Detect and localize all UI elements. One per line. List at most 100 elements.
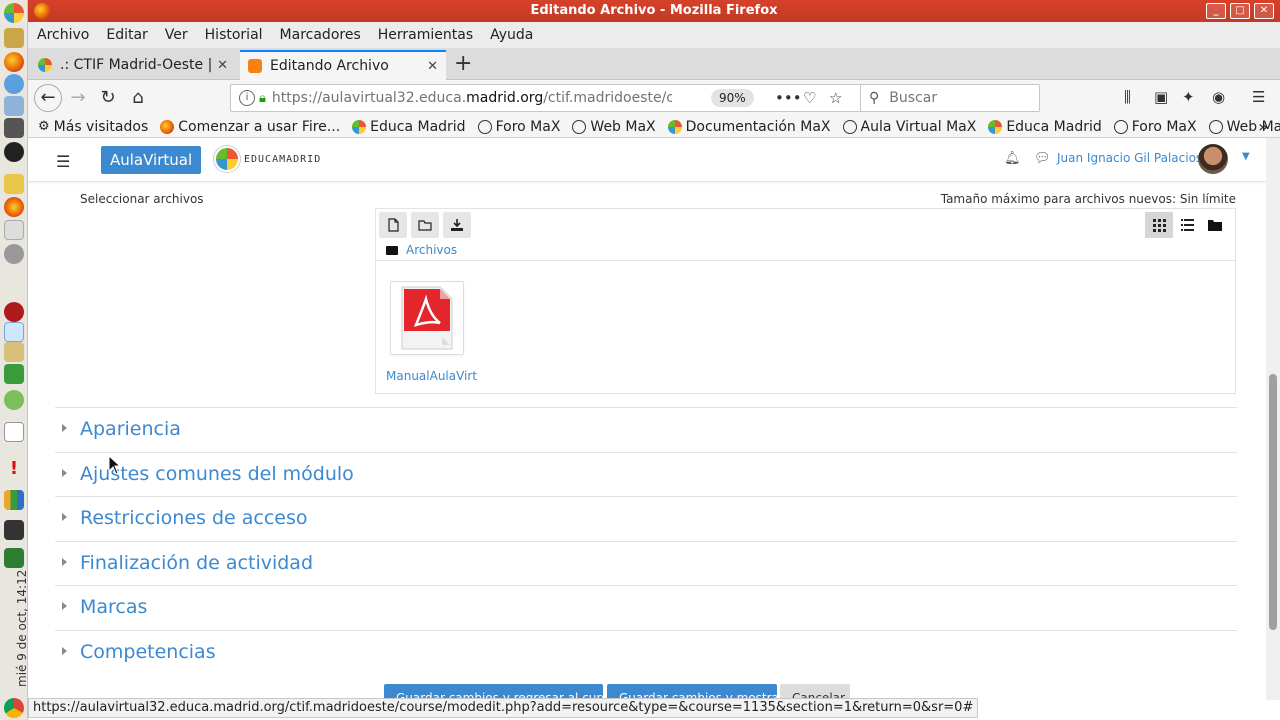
bookmark-comenzar[interactable]: Comenzar a usar Fire... bbox=[160, 119, 340, 135]
bookmark-web-max-2[interactable]: Web MaX bbox=[1208, 119, 1280, 135]
notes-icon[interactable] bbox=[4, 174, 24, 194]
section-title[interactable]: Restricciones de acceso bbox=[80, 507, 307, 529]
home-button[interactable]: ⌂ bbox=[126, 86, 150, 110]
avatar[interactable] bbox=[1198, 144, 1228, 174]
browser-icon[interactable] bbox=[4, 74, 24, 94]
forward-button[interactable]: → bbox=[66, 86, 90, 110]
menu-ayuda[interactable]: Ayuda bbox=[490, 27, 533, 43]
chart-icon[interactable] bbox=[4, 490, 24, 510]
url-text[interactable]: https://aulavirtual32.educa.madrid.org/c… bbox=[272, 90, 672, 106]
tab-ctif[interactable]: .: CTIF Madrid-Oeste | N ✕ bbox=[30, 50, 236, 80]
folder-icon bbox=[418, 220, 432, 231]
monitor-icon[interactable] bbox=[4, 548, 24, 568]
image-viewer-icon[interactable] bbox=[4, 342, 24, 362]
close-tab-icon[interactable]: ✕ bbox=[217, 58, 228, 73]
firefox-icon[interactable] bbox=[4, 52, 24, 72]
file-item[interactable]: ManualAulaVirt bbox=[386, 281, 477, 383]
terminal-icon[interactable] bbox=[4, 118, 24, 138]
section-marcas[interactable]: Marcas bbox=[55, 585, 1237, 630]
bookmark-star-icon[interactable]: ☆ bbox=[829, 89, 842, 107]
section-restricciones[interactable]: Restricciones de acceso bbox=[55, 496, 1237, 541]
shape-icon[interactable] bbox=[4, 322, 24, 342]
bookmark-documentacion-max[interactable]: Documentación MaX bbox=[667, 119, 831, 135]
create-folder-button[interactable] bbox=[411, 212, 439, 238]
close-window-button[interactable]: ✕ bbox=[1254, 3, 1274, 19]
page-actions-icon[interactable]: ••• bbox=[775, 89, 802, 107]
bookmark-web-max[interactable]: Web MaX bbox=[572, 119, 656, 135]
reload-button[interactable]: ↻ bbox=[96, 86, 120, 110]
disc-icon[interactable] bbox=[4, 244, 24, 264]
list-view-button[interactable] bbox=[1173, 212, 1201, 238]
extension-icon[interactable]: ✦ bbox=[1182, 88, 1195, 106]
bookmark-foro-max[interactable]: Foro MaX bbox=[477, 119, 560, 135]
app-icon[interactable] bbox=[4, 3, 24, 23]
url-bar[interactable]: i 🔒︎ https://aulavirtual32.educa.madrid.… bbox=[230, 84, 882, 112]
bookmark-foro-max-2[interactable]: Foro MaX bbox=[1113, 119, 1197, 135]
firefox-logo-icon bbox=[34, 3, 50, 19]
library-icon[interactable]: ⫼ bbox=[1124, 88, 1131, 106]
bookmark-aula-virtual-max[interactable]: Aula Virtual MaX bbox=[842, 119, 976, 135]
record-icon[interactable] bbox=[4, 302, 24, 322]
shield-check-icon[interactable] bbox=[4, 390, 24, 410]
tree-view-button[interactable] bbox=[1201, 212, 1229, 238]
close-tab-icon[interactable]: ✕ bbox=[427, 59, 438, 74]
maximize-button[interactable]: □ bbox=[1230, 3, 1250, 19]
window-controls: _ □ ✕ bbox=[1206, 3, 1274, 19]
section-title[interactable]: Apariencia bbox=[80, 418, 181, 440]
minimize-button[interactable]: _ bbox=[1206, 3, 1226, 19]
messages-icon[interactable]: 💬︎ bbox=[1034, 151, 1051, 166]
alert-icon[interactable]: ! bbox=[4, 458, 24, 479]
dropbox-icon[interactable] bbox=[4, 422, 24, 442]
menu-ver[interactable]: Ver bbox=[165, 27, 188, 43]
section-title[interactable]: Marcas bbox=[80, 596, 147, 618]
menu-editar[interactable]: Editar bbox=[106, 27, 147, 43]
bookmark-mas-visitados[interactable]: ⚙ Más visitados bbox=[38, 119, 148, 135]
section-title[interactable]: Finalización de actividad bbox=[80, 552, 313, 574]
pdf-file-icon[interactable] bbox=[390, 281, 464, 355]
icon-view-button[interactable] bbox=[1145, 212, 1173, 238]
file-name[interactable]: ManualAulaVirt bbox=[386, 369, 477, 383]
zoom-indicator[interactable]: 90% bbox=[711, 89, 754, 107]
section-competencias[interactable]: Competencias bbox=[55, 630, 1237, 675]
menu-herramientas[interactable]: Herramientas bbox=[378, 27, 473, 43]
more-bookmarks-icon[interactable]: » bbox=[1258, 117, 1268, 136]
recycle-icon[interactable] bbox=[4, 364, 24, 384]
drawer-toggle-icon[interactable]: ☰ bbox=[56, 152, 70, 171]
notifications-bell-icon[interactable]: 🔔︎ bbox=[1004, 151, 1021, 166]
menu-marcadores[interactable]: Marcadores bbox=[280, 27, 361, 43]
page-scrollbar[interactable] bbox=[1266, 138, 1280, 700]
files-icon[interactable] bbox=[4, 96, 24, 116]
breadcrumb-archivos[interactable]: Archivos bbox=[406, 243, 457, 257]
site-info-icon[interactable]: i bbox=[239, 90, 255, 106]
back-button[interactable]: ← bbox=[34, 84, 62, 112]
text-editor-icon[interactable] bbox=[4, 28, 24, 48]
search-bar[interactable]: ⚲ Buscar bbox=[860, 84, 1040, 112]
educamadrid-logo[interactable]: EDUCAMADRID bbox=[214, 146, 321, 172]
webcam-icon[interactable] bbox=[4, 142, 24, 162]
add-file-button[interactable] bbox=[379, 212, 407, 238]
speaker-icon[interactable] bbox=[4, 520, 24, 540]
tab-editando-archivo[interactable]: Editando Archivo ✕ bbox=[240, 50, 446, 80]
section-ajustes-comunes[interactable]: Ajustes comunes del módulo bbox=[55, 452, 1237, 497]
chevron-down-icon[interactable]: ▼ bbox=[1242, 151, 1250, 162]
aulavirtual-button[interactable]: AulaVirtual bbox=[101, 146, 202, 174]
section-finalizacion[interactable]: Finalización de actividad bbox=[55, 541, 1237, 586]
menu-historial[interactable]: Historial bbox=[205, 27, 263, 43]
download-button[interactable] bbox=[443, 212, 471, 238]
user-name[interactable]: Juan Ignacio Gil Palacios bbox=[1057, 151, 1202, 165]
section-apariencia[interactable]: Apariencia bbox=[55, 407, 1237, 452]
bookmark-educa-madrid[interactable]: Educa Madrid bbox=[352, 119, 466, 135]
pocket-icon[interactable]: ♡ bbox=[803, 89, 816, 107]
educamadrid-favicon-icon bbox=[38, 58, 52, 72]
menu-archivo[interactable]: Archivo bbox=[37, 27, 89, 43]
sync-icon[interactable]: ◉ bbox=[1212, 88, 1225, 106]
sidebar-icon[interactable]: ▣ bbox=[1154, 88, 1168, 106]
window-icon[interactable] bbox=[4, 220, 24, 240]
bookmark-educa-madrid-2[interactable]: Educa Madrid bbox=[988, 119, 1102, 135]
chrome-icon[interactable] bbox=[4, 698, 24, 718]
scrollbar-thumb[interactable] bbox=[1269, 374, 1277, 630]
menu-hamburger-icon[interactable]: ☰ bbox=[1252, 88, 1265, 106]
firefox-small-icon[interactable] bbox=[4, 197, 24, 217]
section-title[interactable]: Competencias bbox=[80, 641, 216, 663]
new-tab-button[interactable]: + bbox=[454, 52, 472, 76]
